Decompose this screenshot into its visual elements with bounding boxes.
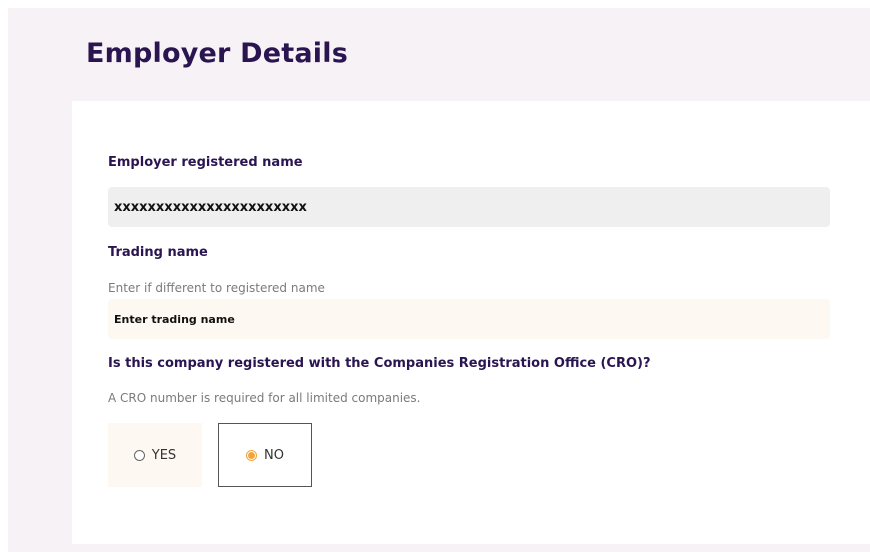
cro-hint: A CRO number is required for all limited… — [108, 391, 421, 405]
cro-no-label: NO — [264, 447, 284, 463]
cro-yes-label: YES — [151, 447, 177, 463]
trading-name-hint: Enter if different to registered name — [108, 281, 325, 295]
registered-name-field: xxxxxxxxxxxxxxxxxxxxxxx — [108, 187, 830, 227]
employer-details-card: Employer registered name xxxxxxxxxxxxxxx… — [72, 101, 870, 544]
cro-no-option[interactable]: NO — [218, 423, 312, 487]
cro-yes-option[interactable]: YES — [108, 423, 202, 487]
trading-name-input[interactable]: Enter trading name — [108, 299, 830, 339]
radio-checked-icon — [246, 449, 258, 461]
registered-name-label: Employer registered name — [108, 155, 303, 170]
radio-unchecked-icon — [133, 449, 145, 461]
cro-question-label: Is this company registered with the Comp… — [108, 356, 651, 371]
page-title: Employer Details — [86, 38, 348, 69]
trading-name-label: Trading name — [108, 245, 208, 260]
